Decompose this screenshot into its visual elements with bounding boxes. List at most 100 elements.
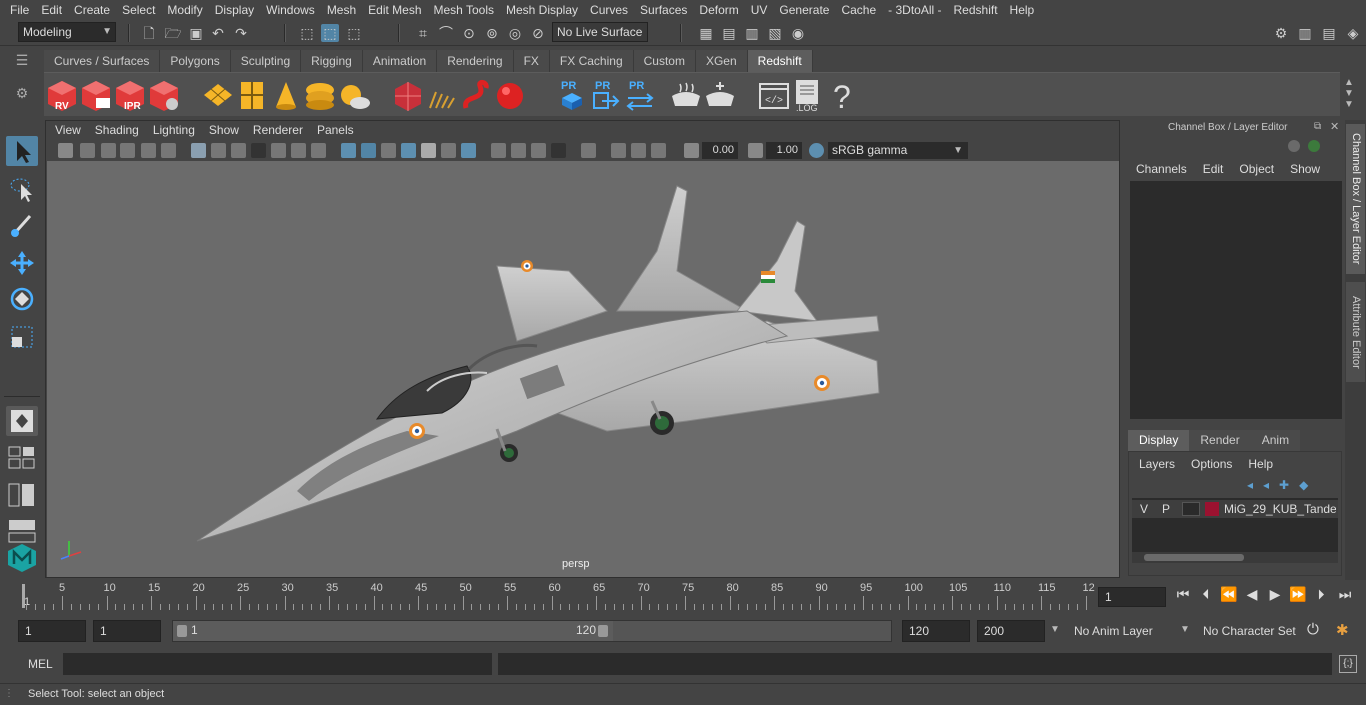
viewport-menu-lighting[interactable]: Lighting [146,121,202,141]
redshift-sphere-icon[interactable] [494,78,526,112]
step-back-key-icon[interactable]: ⏪ [1220,586,1238,603]
edit-menu[interactable]: Edit [1203,162,1224,176]
ipr-render-icon[interactable]: ▥ [743,24,761,42]
redo-icon[interactable]: ↷ [232,24,250,42]
depth-of-field-icon[interactable] [551,143,566,158]
lasso-tool-icon[interactable] [6,174,38,204]
redshift-hair-icon[interactable] [460,78,492,112]
motion-blur-icon[interactable] [511,143,526,158]
magnet-icon[interactable]: ⊘ [529,24,547,42]
redshift-settings-icon[interactable] [148,78,180,112]
layer-playback-toggle[interactable]: P [1162,502,1170,516]
shelf-options-icon[interactable]: ☰ ⚙ [8,52,36,114]
live-surface-field[interactable]: No Live Surface [552,22,648,42]
speed-icon[interactable] [1308,140,1320,152]
isolate-select-icon[interactable] [581,143,596,158]
layer-actions-icon[interactable]: ◂◂✚◆ [1247,478,1318,492]
menu-windows[interactable]: Windows [260,0,321,20]
menu-cache[interactable]: Cache [835,0,882,20]
playback-start-field[interactable]: 1 [93,620,161,642]
menu-create[interactable]: Create [68,0,116,20]
render-settings-icon[interactable]: ▧ [766,24,784,42]
tab-custom[interactable]: Custom [633,50,696,72]
hypershade-icon[interactable]: ◉ [789,24,807,42]
anti-aliasing-icon[interactable] [531,143,546,158]
workspace-icon[interactable]: ⚙ [1272,24,1290,42]
exposure-icon[interactable] [684,143,699,158]
redshift-script-icon[interactable]: </> [758,78,790,112]
tab-rigging[interactable]: Rigging [301,50,363,72]
image-plane-icon[interactable] [120,143,135,158]
redshift-bake-settings-icon[interactable] [704,78,736,112]
gamma-field[interactable]: 1.00 [766,142,802,159]
object-menu[interactable]: Object [1239,162,1274,176]
default-material-icon[interactable] [401,143,416,158]
xray-joints-icon[interactable] [651,143,666,158]
time-slider[interactable]: 1 5 10 15 20 25 30 35 40 45 50 55 60 65 70 75 80 85 90 95 1… [18,582,1095,612]
wireframe-on-shaded-icon[interactable] [381,143,396,158]
layout-toggle-icon[interactable]: ▤ [1320,24,1338,42]
twod-pan-icon[interactable] [141,143,156,158]
shelf-scroll-icon[interactable]: ▲ ▼ ▼ [1344,77,1354,110]
menu-help[interactable]: Help [1004,0,1041,20]
camera-select-icon[interactable] [58,143,73,158]
menu-uv[interactable]: UV [745,0,774,20]
snap-view-icon[interactable]: ⊚ [483,24,501,42]
step-forward-key-icon[interactable]: ⏩ [1289,586,1307,603]
tab-fx-caching[interactable]: FX Caching [549,50,634,72]
redshift-pr-import-icon[interactable]: PR [590,78,622,112]
film-gate-icon[interactable] [211,143,226,158]
menu-edit-mesh[interactable]: Edit Mesh [362,0,427,20]
select-hierarchy-icon[interactable]: ⬚ [298,24,316,42]
range-start-handle[interactable] [177,625,187,637]
layout-outliner-icon[interactable] [6,480,38,510]
animation-prefs-icon[interactable]: ✱ [1336,621,1349,639]
menu-curves[interactable]: Curves [584,0,634,20]
scene-end-field[interactable]: 200 [977,620,1045,642]
grease-pencil-icon[interactable] [161,143,176,158]
redshift-render-view-icon[interactable]: RV [46,78,78,112]
tab-attribute-editor[interactable]: Attribute Editor [1346,282,1365,382]
go-to-start-icon[interactable]: ⏮ [1174,586,1192,603]
layout-four-icon[interactable] [6,442,38,472]
redshift-batch-render-icon[interactable] [80,78,112,112]
scale-tool-icon[interactable] [6,322,38,352]
current-frame-field[interactable]: 1 [1098,587,1166,607]
viewport-menu-show[interactable]: Show [202,121,246,141]
redshift-volume-icon[interactable] [426,78,458,112]
shadows-icon[interactable] [461,143,476,158]
layer-scrollbar[interactable] [1132,552,1338,563]
viewport-menu-renderer[interactable]: Renderer [246,121,310,141]
options-menu[interactable]: Options [1191,457,1232,471]
paint-select-tool-icon[interactable] [6,210,38,240]
redshift-pr-swap-icon[interactable]: PR [624,78,656,112]
tab-display[interactable]: Display [1128,430,1190,451]
mode-select[interactable]: Modeling ▼ [18,22,116,42]
range-end-handle[interactable] [598,625,608,637]
tab-render[interactable]: Render [1189,430,1251,451]
viewport-menu-view[interactable]: View [48,121,88,141]
snap-grid-icon[interactable]: ⌗ [414,24,432,42]
redshift-ipr-icon[interactable]: IPR [114,78,146,112]
float-panel-icon[interactable]: ⧉ [1314,121,1321,132]
layout-single-icon[interactable] [6,406,38,436]
exposure-field[interactable]: 0.00 [702,142,738,159]
scene-start-field[interactable]: 1 [18,620,86,642]
tab-curves-surfaces[interactable]: Curves / Surfaces [44,50,161,72]
wireframe-icon[interactable] [341,143,356,158]
redshift-pr-export-icon[interactable]: PR [556,78,588,112]
menu-mesh-display[interactable]: Mesh Display [500,0,584,20]
colorspace-select[interactable]: sRGB gamma ▼ [828,142,968,159]
playback-end-field[interactable]: 120 [902,620,970,642]
select-component-icon[interactable]: ⬚ [345,24,363,42]
go-to-end-icon[interactable]: ⏭ [1336,586,1354,603]
rotate-tool-icon[interactable] [6,284,38,314]
grid-icon[interactable] [191,143,206,158]
menu-surfaces[interactable]: Surfaces [634,0,693,20]
viewport-scene[interactable]: persp [47,161,1119,577]
chevron-down-icon[interactable]: ▼ [1180,624,1190,635]
layer-display-type[interactable] [1182,502,1200,516]
render-frame-icon[interactable]: ▦ [697,24,715,42]
menu-3dtoall[interactable]: - 3DtoAll - [882,0,947,20]
field-chart-icon[interactable] [271,143,286,158]
